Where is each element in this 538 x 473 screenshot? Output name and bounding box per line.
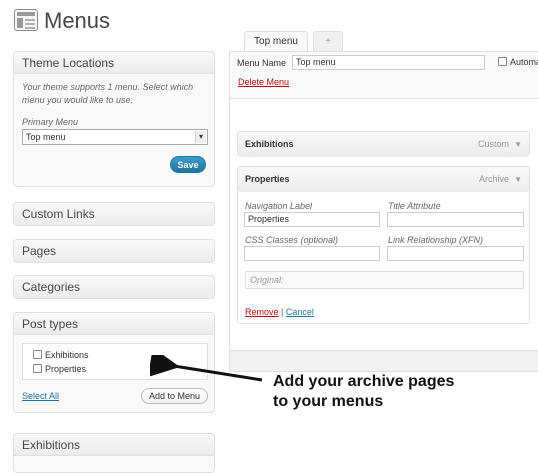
checkbox[interactable]: [33, 350, 42, 359]
tab-add-menu[interactable]: +: [313, 31, 343, 51]
checkbox[interactable]: [33, 364, 42, 373]
menu-footer-bar: [229, 350, 538, 372]
primary-menu-label: Primary Menu: [22, 117, 79, 127]
menu-header-panel: Menu Name Top menu Automa Delete Menu: [229, 51, 538, 99]
menus-icon: [14, 9, 38, 31]
post-types-title[interactable]: Post types: [14, 313, 214, 335]
menu-item-title: Properties: [245, 174, 290, 184]
primary-menu-selected: Top menu: [26, 132, 66, 142]
menu-name-label: Menu Name: [237, 58, 287, 68]
list-item[interactable]: Properties: [33, 363, 86, 375]
theme-locations-box: Theme Locations Your theme supports 1 me…: [13, 51, 215, 187]
chevron-down-icon[interactable]: ▼: [514, 132, 522, 157]
remove-link[interactable]: Remove: [245, 307, 279, 317]
list-item[interactable]: Exhibitions: [33, 349, 89, 361]
xfn-input[interactable]: [387, 246, 524, 261]
title-attribute-caption: Title Attribute: [388, 201, 441, 211]
select-all-link[interactable]: Select All: [22, 391, 59, 401]
tab-top-menu[interactable]: Top menu: [244, 31, 308, 52]
auto-add-option[interactable]: Automa: [498, 57, 538, 67]
menu-item-type: Custom: [477, 139, 509, 149]
categories-panel[interactable]: Categories: [13, 275, 215, 299]
menu-item-exhibitions[interactable]: Exhibitions Custom ▼: [237, 131, 530, 157]
arrow-icon: [150, 355, 263, 382]
chevron-down-icon[interactable]: ▼: [514, 167, 522, 192]
save-button[interactable]: Save: [170, 156, 206, 173]
page-title: Menus: [44, 8, 111, 33]
annotation-line-1: Add your archive pages: [273, 373, 455, 390]
theme-locations-description: Your theme supports 1 menu. Select which…: [22, 82, 194, 105]
checkbox[interactable]: [498, 57, 507, 66]
annotation-line-2: to your menus: [273, 393, 384, 410]
original-box: Original:: [245, 271, 524, 289]
menu-item-title: Exhibitions: [245, 139, 294, 149]
add-to-menu-button[interactable]: Add to Menu: [141, 388, 208, 404]
chevron-down-icon: ▾: [195, 131, 206, 143]
post-type-label: Properties: [45, 364, 87, 374]
primary-menu-select[interactable]: Top menu ▾: [22, 129, 208, 145]
custom-links-title[interactable]: Custom Links: [14, 203, 214, 225]
title-attribute-input[interactable]: [387, 212, 524, 227]
css-classes-input[interactable]: [244, 246, 380, 261]
menu-item-properties: Properties Archive ▼ Navigation Label Pr…: [237, 166, 530, 324]
annotation-text: Add your archive pages to your menus: [273, 372, 513, 412]
delete-menu-link[interactable]: Delete Menu: [238, 77, 289, 87]
pages-panel[interactable]: Pages: [13, 239, 215, 263]
custom-links-panel[interactable]: Custom Links: [13, 202, 215, 226]
menu-name-input[interactable]: Top menu: [292, 55, 485, 70]
nav-label-caption: Navigation Label: [245, 201, 313, 211]
pages-title[interactable]: Pages: [14, 240, 214, 262]
exhibitions-title[interactable]: Exhibitions: [14, 434, 214, 456]
theme-locations-title[interactable]: Theme Locations: [14, 52, 214, 74]
original-label: Original:: [250, 275, 284, 285]
cancel-link[interactable]: Cancel: [286, 307, 314, 317]
auto-add-label: Automa: [510, 57, 538, 67]
post-type-label: Exhibitions: [45, 350, 89, 360]
categories-title[interactable]: Categories: [14, 276, 214, 298]
css-classes-caption: CSS Classes (optional): [245, 235, 339, 245]
xfn-caption: Link Relationship (XFN): [388, 235, 484, 245]
nav-label-input[interactable]: Properties: [244, 212, 380, 227]
menu-item-type: Archive: [478, 174, 509, 184]
item-actions: Remove | Cancel: [245, 307, 314, 317]
action-separator: |: [281, 307, 284, 317]
exhibitions-panel[interactable]: Exhibitions: [13, 433, 215, 473]
